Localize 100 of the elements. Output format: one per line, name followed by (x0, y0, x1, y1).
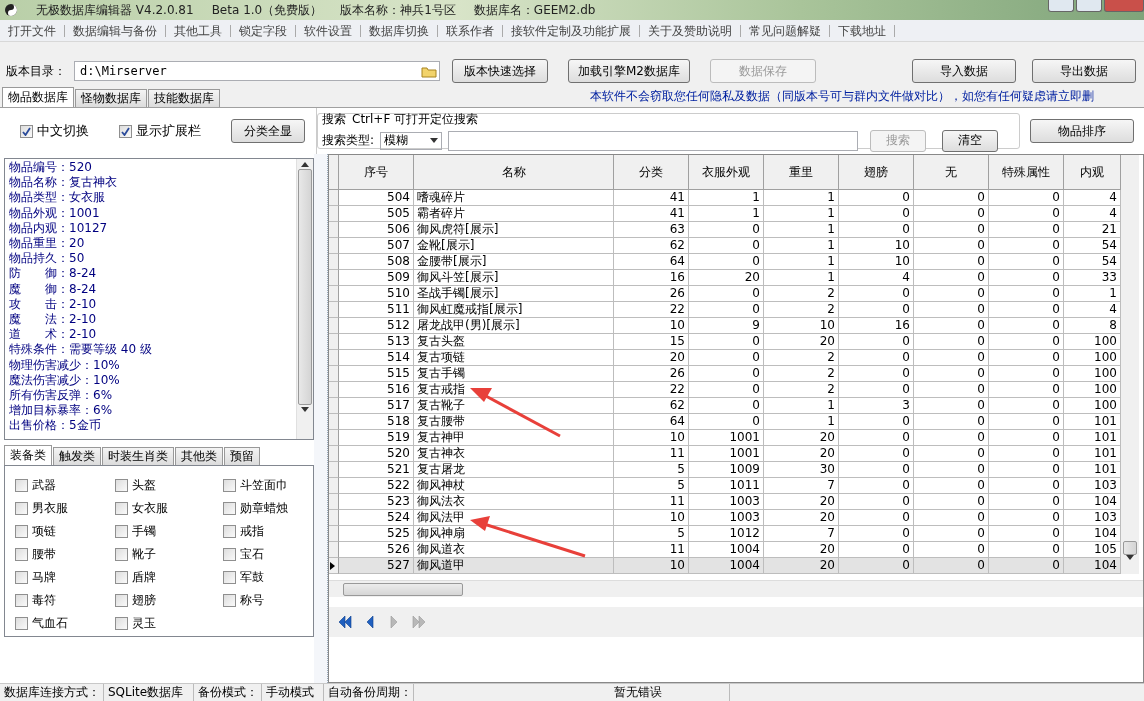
row-header-cell[interactable] (329, 494, 339, 510)
toolbar-button[interactable]: 加载引擎M2数据库 (568, 59, 690, 83)
column-header[interactable]: 特殊属性 (989, 155, 1064, 190)
category-tab[interactable]: 装备类 (4, 445, 52, 465)
column-header[interactable]: 翅膀 (839, 155, 914, 190)
horizontal-scrollbar[interactable] (329, 580, 1143, 597)
table-cell: 0 (914, 526, 989, 542)
row-header-cell[interactable] (329, 398, 339, 414)
column-header[interactable]: 内观 (1064, 155, 1121, 190)
minimize-button[interactable] (1048, 0, 1074, 12)
row-header-cell[interactable] (329, 430, 339, 446)
row-header-cell[interactable] (329, 366, 339, 382)
category-checkbox[interactable]: 灵玉 (115, 612, 199, 635)
column-header[interactable]: 名称 (414, 155, 614, 190)
info-line: 防 御：8-24 (9, 266, 98, 282)
category-checkbox[interactable]: 项链 (15, 520, 91, 543)
row-header-cell[interactable] (329, 446, 339, 462)
row-header-cell[interactable] (329, 270, 339, 286)
category-checkbox[interactable]: 盾牌 (115, 566, 199, 589)
sort-button[interactable]: 物品排序 (1030, 119, 1134, 143)
category-checkbox[interactable]: 斗笠面巾 (223, 474, 289, 497)
column-header[interactable]: 序号 (339, 155, 414, 190)
category-checkbox[interactable]: 翅膀 (115, 589, 199, 612)
directory-field[interactable]: d:\Mirserver (74, 61, 440, 81)
row-header-cell[interactable] (329, 286, 339, 302)
category-checkbox[interactable]: 戒指 (223, 520, 289, 543)
category-checkbox[interactable]: 手镯 (115, 520, 199, 543)
column-header[interactable]: 分类 (614, 155, 689, 190)
menu-item[interactable]: 下载地址 (830, 24, 895, 37)
row-header-cell[interactable] (329, 206, 339, 222)
database-tab[interactable]: 技能数据库 (148, 89, 220, 107)
scrollbar-thumb[interactable] (298, 169, 312, 405)
row-header-cell[interactable] (329, 222, 339, 238)
scrollbar[interactable] (296, 159, 313, 439)
option-checkbox[interactable]: 显示扩展栏 (119, 122, 201, 140)
category-tab[interactable]: 预留 (224, 447, 260, 465)
category-checkbox[interactable]: 勋章蜡烛 (223, 497, 289, 520)
category-checkbox[interactable]: 马牌 (15, 566, 91, 589)
row-header-cell[interactable] (329, 350, 339, 366)
category-checkbox[interactable]: 女衣服 (115, 497, 199, 520)
menu-item[interactable]: 联系作者 (438, 24, 503, 37)
navigation-button[interactable] (337, 614, 355, 630)
row-header-cell[interactable] (329, 382, 339, 398)
menu-item[interactable]: 打开文件 (0, 24, 65, 37)
category-checkbox[interactable]: 军鼓 (223, 566, 289, 589)
option-checkbox[interactable]: 中文切换 (20, 122, 89, 140)
row-header-cell[interactable] (329, 190, 339, 206)
category-tab[interactable]: 其他类 (175, 447, 223, 465)
search-type-select[interactable]: 模糊 (380, 131, 443, 150)
category-checkbox[interactable]: 男衣服 (15, 497, 91, 520)
row-header-cell[interactable] (329, 478, 339, 494)
column-header[interactable]: 衣服外观 (689, 155, 764, 190)
row-header-cell[interactable] (329, 334, 339, 350)
table-cell: 屠龙战甲(男)[展示] (414, 318, 614, 334)
menu-item[interactable]: 常见问题解疑 (741, 24, 830, 37)
table-cell: 518 (339, 414, 414, 430)
maximize-button[interactable] (1076, 0, 1102, 12)
category-checkbox[interactable]: 毒符 (15, 589, 91, 612)
column-header[interactable]: 无 (914, 155, 989, 190)
category-checkbox[interactable]: 头盔 (115, 474, 199, 497)
row-header-cell[interactable] (329, 302, 339, 318)
show-all-button[interactable]: 分类全显 (231, 119, 305, 143)
menu-item[interactable]: 接软件定制及功能扩展 (503, 24, 640, 37)
row-header-cell[interactable] (329, 510, 339, 526)
category-tab[interactable]: 触发类 (53, 447, 101, 465)
category-checkbox[interactable]: 腰带 (15, 543, 91, 566)
row-header-cell[interactable] (329, 558, 339, 574)
toolbar-button[interactable]: 版本快速选择 (452, 59, 548, 83)
menu-item[interactable]: 其他工具 (166, 24, 231, 37)
category-checkbox[interactable]: 靴子 (115, 543, 199, 566)
category-checkbox[interactable]: 宝石 (223, 543, 289, 566)
menu-item[interactable]: 关于及赞助说明 (640, 24, 741, 37)
menu-item[interactable]: 锁定字段 (231, 24, 296, 37)
category-tab[interactable]: 时装生肖类 (102, 447, 174, 465)
row-header-cell[interactable] (329, 414, 339, 430)
table-cell: 0 (689, 414, 764, 430)
row-header-cell[interactable] (329, 238, 339, 254)
table-cell: 522 (339, 478, 414, 494)
row-header-cell[interactable] (329, 526, 339, 542)
row-header-cell[interactable] (329, 542, 339, 558)
export-button[interactable]: 导出数据 (1032, 59, 1136, 83)
import-button[interactable]: 导入数据 (912, 59, 1016, 83)
clear-button[interactable]: 清空 (942, 129, 999, 152)
table-cell: 2 (764, 350, 839, 366)
database-tab[interactable]: 物品数据库 (2, 87, 74, 107)
scrollbar[interactable] (1121, 155, 1139, 574)
search-field[interactable] (448, 130, 859, 151)
menu-item[interactable]: 数据库切换 (361, 24, 438, 37)
scrollbar-thumb[interactable] (343, 582, 463, 596)
category-checkbox[interactable]: 称号 (223, 589, 289, 612)
row-header-cell[interactable] (329, 462, 339, 478)
menu-item[interactable]: 数据编辑与备份 (65, 24, 166, 37)
category-checkbox[interactable]: 武器 (15, 474, 91, 497)
database-tab[interactable]: 怪物数据库 (75, 89, 147, 107)
column-header[interactable]: 重里 (764, 155, 839, 190)
scrollbar-thumb[interactable] (1123, 541, 1137, 555)
category-checkbox[interactable]: 气血石 (15, 612, 91, 635)
menu-item[interactable]: 软件设置 (296, 24, 361, 37)
row-header-cell[interactable] (329, 254, 339, 270)
row-header-cell[interactable] (329, 318, 339, 334)
